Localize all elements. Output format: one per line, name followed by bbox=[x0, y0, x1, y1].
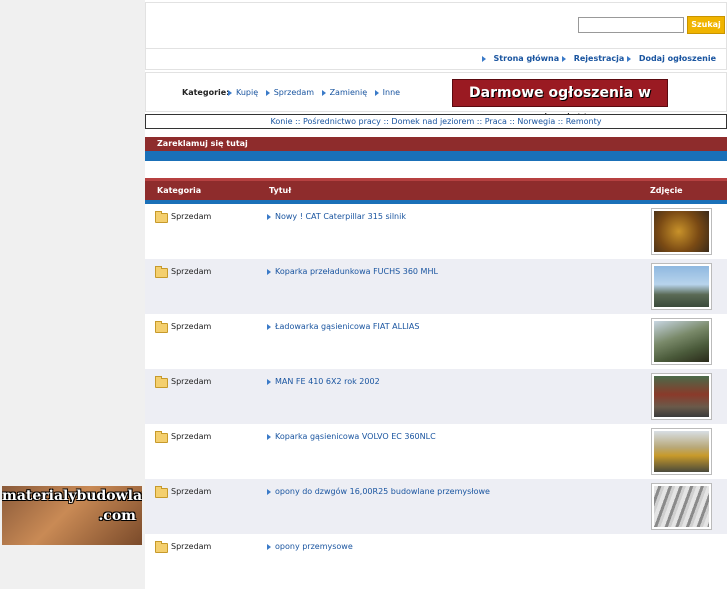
link-posrednictwo-pracy[interactable]: Pośrednictwo pracy bbox=[303, 117, 381, 126]
arrow-icon bbox=[267, 213, 271, 220]
arrow-icon bbox=[267, 378, 271, 385]
folder-icon bbox=[155, 321, 168, 333]
top-navigation: Strona główna Rejestracja Dodaj ogłoszen… bbox=[145, 48, 727, 70]
arrow-icon bbox=[267, 488, 271, 495]
link-separator: :: bbox=[383, 117, 389, 126]
table-row: Sprzedam opony do dzwgów 16,00R25 budowl… bbox=[145, 479, 727, 534]
section-divider bbox=[145, 151, 727, 161]
col-header-category: Kategoria bbox=[157, 186, 202, 195]
row-category: Sprzedam bbox=[171, 542, 212, 551]
row-title-text: opony przemysowe bbox=[275, 542, 353, 551]
link-separator: :: bbox=[557, 117, 564, 126]
arrow-icon bbox=[267, 433, 271, 440]
nav-item-register[interactable]: Rejestracja bbox=[561, 54, 625, 63]
category-sell[interactable]: Sprzedam bbox=[274, 88, 314, 97]
row-title-link[interactable]: Koparka gąsienicowa VOLVO EC 360NLC bbox=[267, 432, 436, 441]
table-row: Sprzedam Koparka przeładunkowa FUCHS 360… bbox=[145, 259, 727, 314]
category-bar: Kategorie: Kupię Sprzedam Zamienię Inne … bbox=[145, 72, 727, 127]
link-praca[interactable]: Praca bbox=[485, 117, 507, 126]
row-category: Sprzedam bbox=[171, 432, 212, 441]
advertise-section-header: Zareklamuj się tutaj bbox=[145, 137, 727, 151]
row-title-link[interactable]: Koparka przeładunkowa FUCHS 360 MHL bbox=[267, 267, 438, 276]
category-buy[interactable]: Kupię bbox=[236, 88, 258, 97]
row-category: Sprzedam bbox=[171, 322, 212, 331]
arrow-icon bbox=[481, 55, 486, 62]
folder-icon bbox=[155, 266, 168, 278]
col-header-title: Tytuł bbox=[269, 186, 292, 195]
table-row: Sprzedam Koparka gąsienicowa VOLVO EC 36… bbox=[145, 424, 727, 479]
table-row: Sprzedam opony przemysowe bbox=[145, 534, 727, 589]
row-title-text: Ładowarka gąsienicowa FIAT ALLIAS bbox=[275, 322, 420, 331]
nav-label: Rejestracja bbox=[573, 54, 625, 63]
row-title-text: Koparka gąsienicowa VOLVO EC 360NLC bbox=[275, 432, 436, 441]
free-ads-banner[interactable]: Darmowe ogłoszenia w sieci !! bbox=[452, 79, 668, 127]
arrow-icon bbox=[265, 89, 270, 96]
row-title-link[interactable]: opony przemysowe bbox=[267, 542, 353, 551]
row-category: Sprzedam bbox=[171, 212, 212, 221]
row-title-text: opony do dzwgów 16,00R25 budowlane przem… bbox=[275, 487, 490, 496]
advertise-link[interactable]: Zareklamuj się tutaj bbox=[157, 139, 248, 148]
table-row: Sprzedam MAN FE 410 6X2 rok 2002 bbox=[145, 369, 727, 424]
tire-photo-thumbnail[interactable] bbox=[651, 483, 712, 530]
engine-photo-thumbnail[interactable] bbox=[651, 208, 712, 255]
ad-logo-domain: .com bbox=[98, 508, 136, 524]
category-other[interactable]: Inne bbox=[383, 88, 400, 97]
link-separator: :: bbox=[509, 117, 515, 126]
link-separator: :: bbox=[476, 117, 483, 126]
nav-label: Dodaj ogłoszenie bbox=[638, 54, 716, 63]
ad-logo-text: materialybudowlane bbox=[2, 488, 142, 504]
folder-icon bbox=[155, 376, 168, 388]
volvo-excavator-photo-thumbnail[interactable] bbox=[651, 428, 712, 475]
category-exchange[interactable]: Zamienię bbox=[330, 88, 368, 97]
arrow-icon bbox=[626, 55, 631, 62]
header-bar: Szukaj bbox=[145, 2, 727, 49]
link-konie[interactable]: Konie bbox=[271, 117, 293, 126]
row-category: Sprzedam bbox=[171, 267, 212, 276]
left-column: materialybudowlane .com bbox=[0, 0, 145, 545]
row-category: Sprzedam bbox=[171, 377, 212, 386]
link-domek-nad-jeziorem[interactable]: Domek nad jeziorem bbox=[391, 117, 474, 126]
table-row: Sprzedam Ładowarka gąsienicowa FIAT ALLI… bbox=[145, 314, 727, 369]
row-title-link[interactable]: opony do dzwgów 16,00R25 budowlane przem… bbox=[267, 487, 490, 496]
arrow-icon bbox=[561, 55, 566, 62]
row-title-link[interactable]: Nowy ! CAT Caterpillar 315 silnik bbox=[267, 212, 406, 221]
folder-icon bbox=[155, 431, 168, 443]
nav-label: Strona główna bbox=[493, 54, 560, 63]
folder-icon bbox=[155, 486, 168, 498]
truck-crane-photo-thumbnail[interactable] bbox=[651, 373, 712, 420]
search-input[interactable] bbox=[578, 17, 684, 33]
row-title-text: Nowy ! CAT Caterpillar 315 silnik bbox=[275, 212, 406, 221]
link-remonty[interactable]: Remonty bbox=[566, 117, 602, 126]
table-header: Kategoria Tytuł Zdjęcie bbox=[145, 178, 727, 200]
main-content: Szukaj Strona główna Rejestracja Dodaj o… bbox=[145, 0, 727, 589]
excavator-photo-thumbnail[interactable] bbox=[651, 263, 712, 310]
arrow-icon bbox=[267, 323, 271, 330]
row-title-text: MAN FE 410 6X2 rok 2002 bbox=[275, 377, 380, 386]
row-category: Sprzedam bbox=[171, 487, 212, 496]
arrow-icon bbox=[374, 89, 379, 96]
row-title-text: Koparka przeładunkowa FUCHS 360 MHL bbox=[275, 267, 438, 276]
link-separator: :: bbox=[295, 117, 301, 126]
materialybudowlane-ad-banner[interactable]: materialybudowlane .com bbox=[2, 486, 142, 545]
arrow-icon bbox=[228, 89, 232, 96]
folder-icon bbox=[155, 211, 168, 223]
col-header-photo: Zdjęcie bbox=[650, 186, 683, 195]
row-title-link[interactable]: Ładowarka gąsienicowa FIAT ALLIAS bbox=[267, 322, 419, 331]
table-row: Sprzedam Nowy ! CAT Caterpillar 315 siln… bbox=[145, 204, 727, 259]
quick-links-bar: Konie :: Pośrednictwo pracy :: Domek nad… bbox=[145, 114, 727, 129]
arrow-icon bbox=[321, 89, 326, 96]
categories-label: Kategorie: bbox=[182, 88, 230, 97]
nav-item-add-ad[interactable]: Dodaj ogłoszenie bbox=[626, 54, 716, 63]
crawler-loader-photo-thumbnail[interactable] bbox=[651, 318, 712, 365]
nav-item-home[interactable]: Strona główna bbox=[481, 54, 560, 63]
search-button[interactable]: Szukaj bbox=[687, 16, 725, 34]
link-norwegia[interactable]: Norwegia bbox=[517, 117, 555, 126]
row-title-link[interactable]: MAN FE 410 6X2 rok 2002 bbox=[267, 377, 380, 386]
listings-table: Kategoria Tytuł Zdjęcie Sprzedam Nowy ! … bbox=[145, 178, 727, 589]
arrow-icon bbox=[267, 543, 271, 550]
arrow-icon bbox=[267, 268, 271, 275]
